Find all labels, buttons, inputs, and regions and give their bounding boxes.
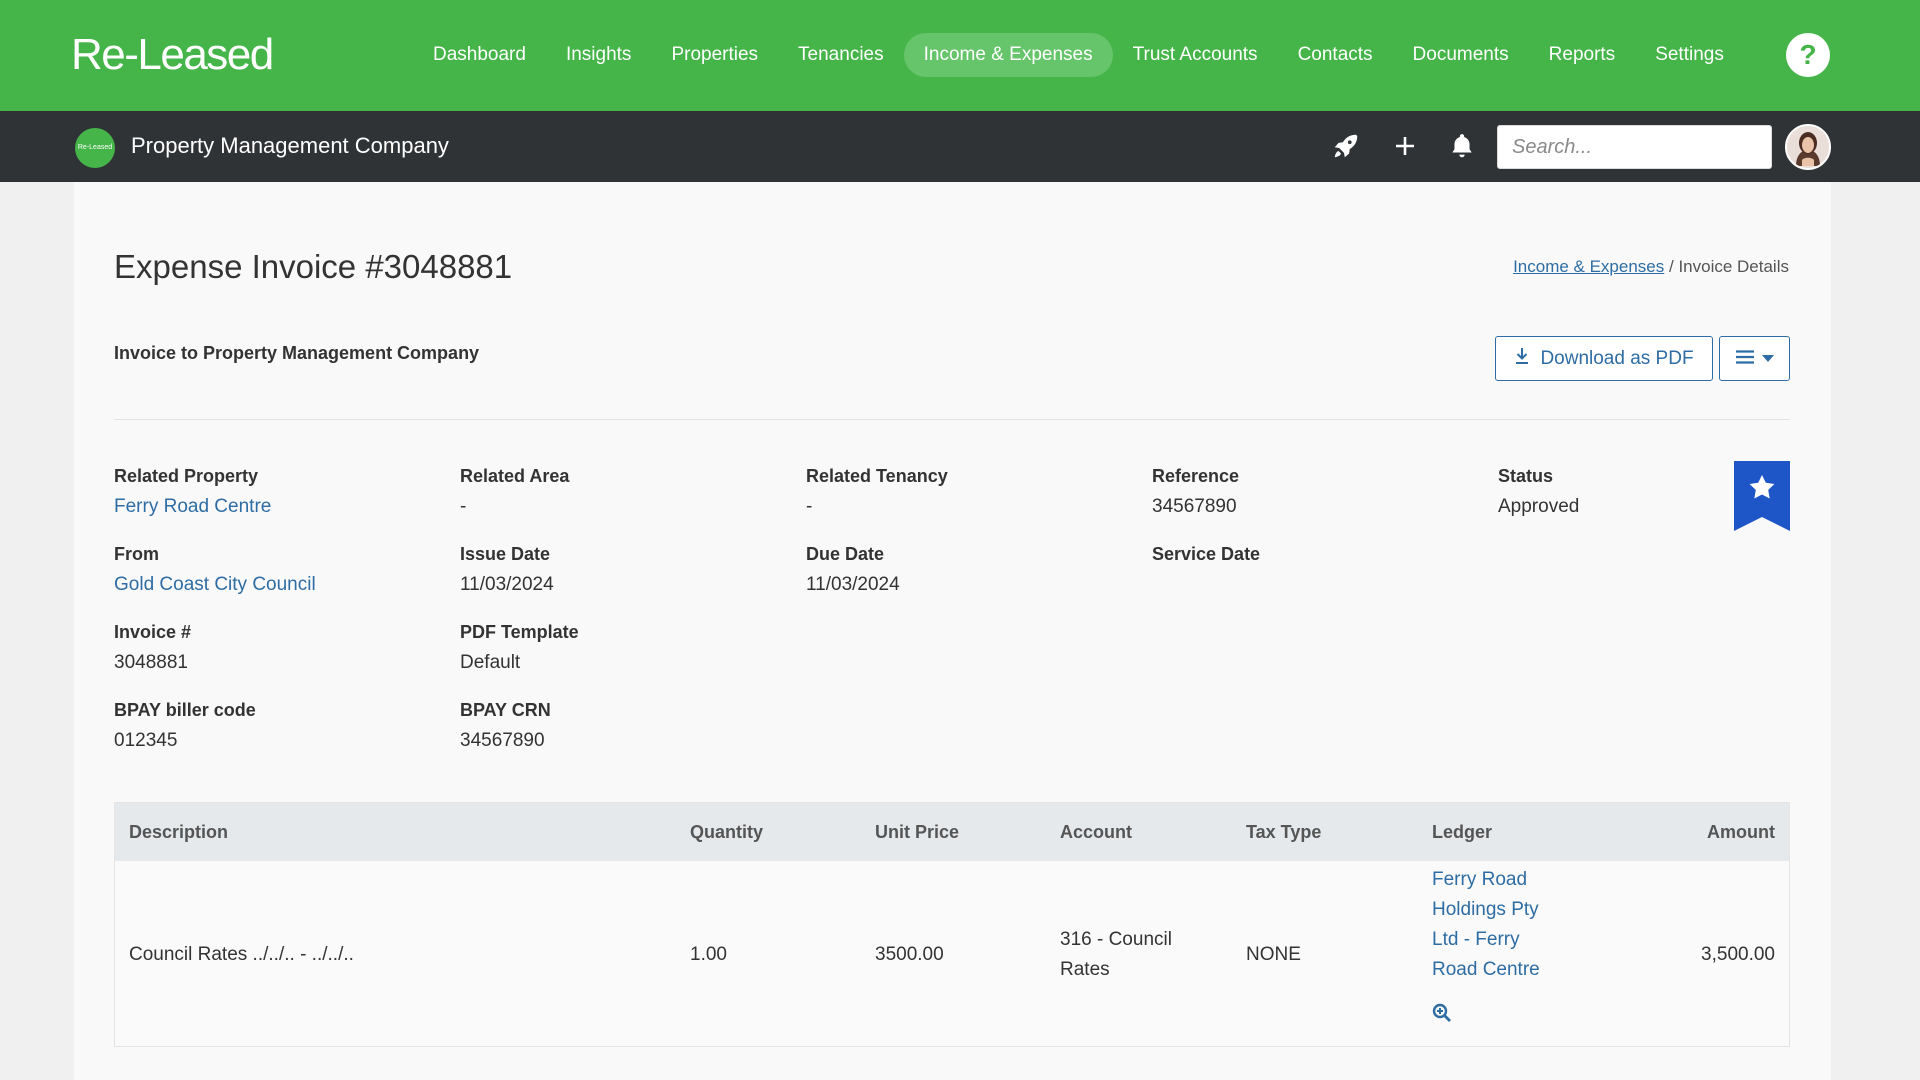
field-status: Status Approved (1498, 466, 1579, 518)
header-divider (114, 419, 1790, 420)
caret-down-icon (1761, 351, 1774, 366)
download-icon (1514, 347, 1530, 371)
nav-item-reports[interactable]: Reports (1529, 33, 1636, 77)
account-line: Rates (1060, 959, 1110, 980)
nav-item-insights[interactable]: Insights (546, 33, 651, 77)
bell-icon[interactable] (1445, 129, 1479, 163)
field-related-tenancy: Related Tenancy - (806, 466, 948, 518)
nav-item-contacts[interactable]: Contacts (1278, 33, 1393, 77)
field-bpay-crn: BPAY CRN 34567890 (460, 700, 551, 752)
field-service-date: Service Date (1152, 544, 1260, 574)
field-issue-date: Issue Date 11/03/2024 (460, 544, 554, 596)
nav-item-dashboard[interactable]: Dashboard (413, 33, 546, 77)
from-contact-link[interactable]: Gold Coast City Council (114, 574, 316, 596)
menu-icon (1735, 350, 1754, 367)
invoice-to-heading: Invoice to Property Management Company (114, 343, 480, 363)
ledger-line: Ferry Road (1432, 869, 1528, 890)
question-icon[interactable]: ? (1786, 33, 1830, 77)
cell-ledger-link[interactable]: Ferry Road Holdings Pty Ltd - Ferry Road… (1432, 865, 1540, 985)
table-header: Description Quantity Unit Price Account … (115, 803, 1789, 861)
field-label: Due Date (806, 544, 885, 564)
user-avatar[interactable] (1785, 124, 1831, 170)
column-header-amount: Amount (1707, 822, 1775, 842)
cell-description: Council Rates ../../.. - ../../.. (129, 944, 354, 965)
related-property-link[interactable]: Ferry Road Centre (114, 496, 271, 518)
field-label: PDF Template (460, 622, 579, 642)
field-value: 34567890 (1152, 496, 1237, 517)
download-pdf-button[interactable]: Download as PDF (1495, 336, 1713, 381)
field-from: From Gold Coast City Council (114, 544, 316, 596)
nav-item-tenancies[interactable]: Tenancies (778, 33, 904, 77)
cell-unit-price: 3500.00 (875, 944, 944, 965)
field-value: - (806, 496, 813, 517)
plus-icon[interactable] (1388, 129, 1422, 163)
nav-item-properties[interactable]: Properties (651, 33, 778, 77)
star-bookmark-icon[interactable] (1734, 461, 1790, 531)
field-label: Service Date (1152, 544, 1261, 564)
field-related-property: Related Property Ferry Road Centre (114, 466, 271, 518)
field-value: 012345 (114, 730, 178, 751)
breadcrumb-current: Invoice Details (1678, 257, 1789, 276)
company-logo: Re-Leased (75, 128, 115, 168)
field-label: Issue Date (460, 544, 551, 564)
rocket-icon[interactable] (1329, 129, 1363, 163)
field-reference: Reference 34567890 (1152, 466, 1239, 518)
field-invoice-number: Invoice # 3048881 (114, 622, 191, 674)
cell-amount: 3,500.00 (1701, 944, 1775, 965)
account-line: 316 - Council (1060, 929, 1172, 950)
field-value: 11/03/2024 (460, 574, 554, 595)
field-value: - (460, 496, 467, 517)
company-name[interactable]: Property Management Company (131, 133, 449, 159)
field-value: 3048881 (114, 652, 188, 673)
download-pdf-label: Download as PDF (1540, 347, 1694, 369)
column-header-tax-type: Tax Type (1246, 822, 1322, 842)
nav-item-documents[interactable]: Documents (1393, 33, 1529, 77)
nav-item-trust-accounts[interactable]: Trust Accounts (1113, 33, 1278, 77)
field-label: Related Tenancy (806, 466, 948, 486)
cell-account: 316 - Council Rates (1060, 925, 1172, 985)
ledger-line: Road Centre (1432, 959, 1540, 980)
field-value: Default (460, 652, 521, 673)
main-nav: Dashboard Insights Properties Tenancies … (413, 33, 1744, 77)
field-label: Invoice # (114, 622, 192, 642)
field-value: 11/03/2024 (806, 574, 900, 595)
line-items-table: Description Quantity Unit Price Account … (114, 802, 1790, 1047)
nav-item-settings[interactable]: Settings (1635, 33, 1744, 77)
field-pdf-template: PDF Template Default (460, 622, 579, 674)
field-label: Status (1498, 466, 1554, 486)
app-logo[interactable]: Re-Leased (71, 30, 274, 80)
field-label: Related Area (460, 466, 570, 486)
column-header-quantity: Quantity (690, 822, 764, 842)
page-title: Expense Invoice #3048881 (114, 248, 513, 285)
column-header-ledger: Ledger (1432, 822, 1493, 842)
field-label: BPAY biller code (114, 700, 256, 720)
field-label: From (114, 544, 159, 564)
breadcrumb: Income & Expenses / Invoice Details (1513, 257, 1789, 277)
search-input[interactable] (1497, 125, 1772, 169)
breadcrumb-link-income-expenses[interactable]: Income & Expenses (1513, 257, 1664, 276)
field-bpay-biller-code: BPAY biller code 012345 (114, 700, 256, 752)
field-label: Reference (1152, 466, 1240, 486)
breadcrumb-separator: / (1664, 257, 1679, 276)
nav-item-income-expenses[interactable]: Income & Expenses (903, 33, 1113, 77)
field-related-area: Related Area - (460, 466, 569, 518)
cell-tax-type: NONE (1246, 944, 1301, 965)
field-value: 34567890 (460, 730, 545, 751)
column-header-account: Account (1060, 822, 1132, 842)
zoom-in-icon[interactable] (1432, 1003, 1452, 1028)
field-label: BPAY CRN (460, 700, 551, 720)
cell-quantity: 1.00 (690, 944, 727, 965)
ledger-line: Ltd - Ferry (1432, 929, 1520, 950)
column-header-description: Description (129, 822, 229, 842)
actions-menu-button[interactable] (1719, 336, 1790, 381)
company-bar: Re-Leased Property Management Company (0, 111, 1920, 182)
column-header-unit-price: Unit Price (875, 822, 960, 842)
field-due-date: Due Date 11/03/2024 (806, 544, 900, 596)
ledger-line: Holdings Pty (1432, 899, 1539, 920)
status-value: Approved (1498, 496, 1580, 517)
top-navbar: Re-Leased Dashboard Insights Properties … (0, 0, 1920, 111)
field-label: Related Property (114, 466, 259, 486)
invoice-card: Expense Invoice #3048881 Income & Expens… (74, 182, 1831, 1080)
